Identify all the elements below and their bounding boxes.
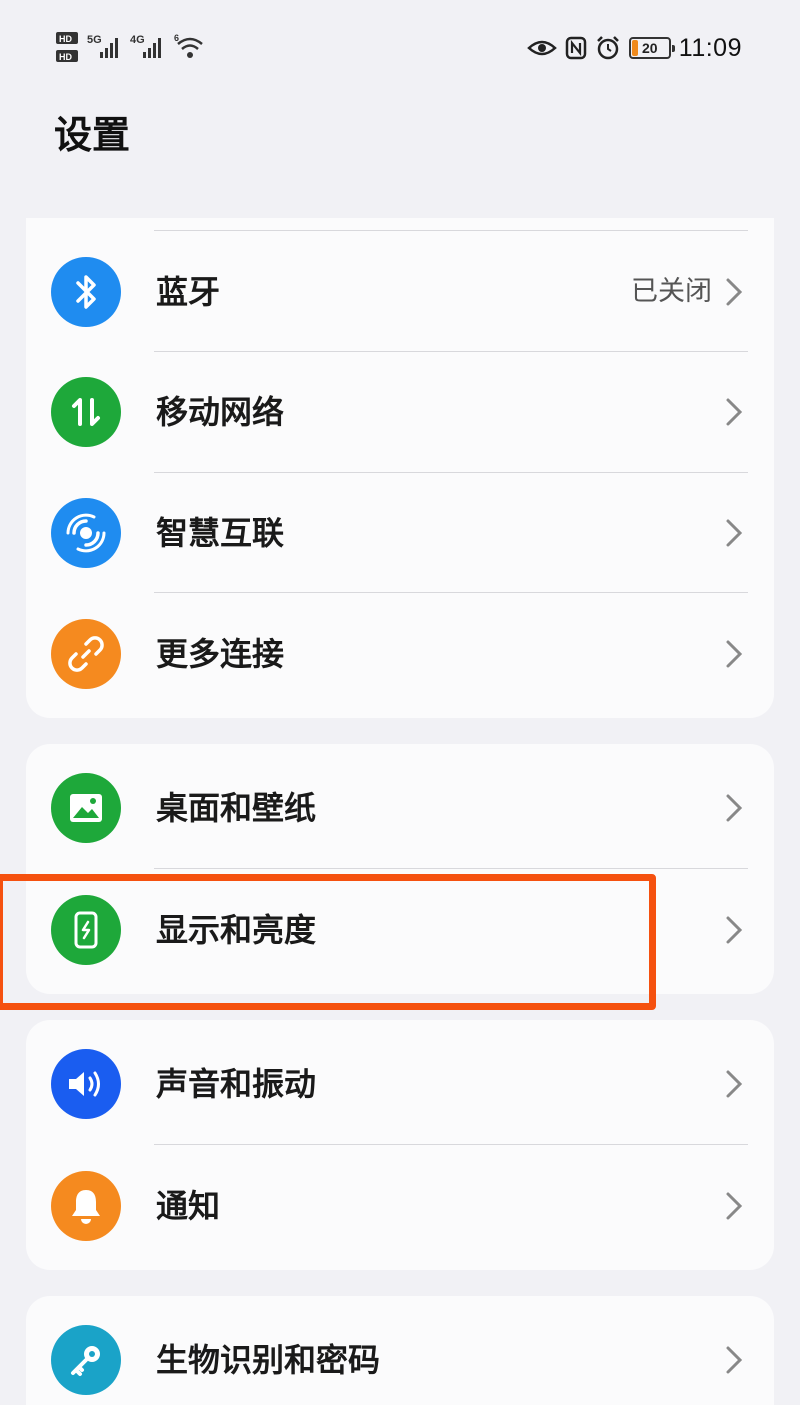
bell-icon: [51, 1171, 121, 1241]
status-bar: HD HD 5G 4G 6 20 11:09: [0, 0, 800, 92]
settings-item-label: 更多连接: [156, 635, 285, 673]
settings-group-security: 生物识别和密码: [26, 1296, 774, 1405]
chevron-right-icon: [726, 916, 743, 944]
chevron-right-icon: [726, 278, 743, 306]
chevron-right-icon: [726, 519, 743, 547]
nfc-icon: [565, 36, 587, 60]
mobile-data-icon: [51, 377, 121, 447]
settings-item-mobile-network[interactable]: 移动网络: [26, 352, 774, 472]
svg-text:5G: 5G: [87, 34, 102, 46]
alarm-icon: [596, 36, 619, 60]
settings-item-biometrics-password[interactable]: 生物识别和密码: [26, 1300, 774, 1405]
settings-group-sound: 声音和振动 通知: [26, 1020, 774, 1270]
settings-item-label: 通知: [156, 1187, 221, 1225]
settings-item-label: 智慧互联: [156, 514, 285, 552]
settings-item-more-connections[interactable]: 更多连接: [26, 594, 774, 714]
smart-connect-icon: [51, 498, 121, 568]
status-time: 11:09: [678, 33, 742, 62]
bluetooth-icon: [51, 257, 121, 327]
chevron-right-icon: [726, 640, 743, 668]
settings-item-label: 移动网络: [156, 393, 285, 431]
chevron-right-icon: [726, 794, 743, 822]
settings-item-sound-vibration[interactable]: 声音和振动: [26, 1024, 774, 1144]
bluetooth-status: 已关闭: [631, 276, 712, 307]
wallpaper-icon: [51, 773, 121, 843]
settings-item-bluetooth[interactable]: 蓝牙 已关闭: [26, 232, 774, 352]
highlight-box: [0, 874, 656, 1010]
sound-icon: [51, 1049, 121, 1119]
settings-item-label: 生物识别和密码: [156, 1341, 381, 1379]
settings-item-label: 蓝牙: [156, 273, 221, 311]
eye-icon: [526, 40, 557, 56]
svg-text:HD: HD: [59, 52, 72, 62]
key-icon: [51, 1325, 121, 1395]
chevron-right-icon: [726, 1346, 743, 1374]
settings-group-connectivity: 蓝牙 已关闭 移动网络 智慧互联 更多连接: [26, 218, 774, 718]
settings-item-smart-connect[interactable]: 智慧互联: [26, 473, 774, 593]
settings-item-wallpaper[interactable]: 桌面和壁纸: [26, 748, 774, 868]
settings-item-label: 声音和振动: [156, 1065, 317, 1103]
svg-text:6: 6: [174, 33, 179, 43]
link-icon: [51, 619, 121, 689]
chevron-right-icon: [726, 1192, 743, 1220]
svg-text:HD: HD: [59, 34, 72, 44]
settings-item-notifications[interactable]: 通知: [26, 1146, 774, 1266]
settings-item-label: 桌面和壁纸: [156, 789, 317, 827]
battery-icon: 20: [628, 37, 675, 59]
chevron-right-icon: [726, 1070, 743, 1098]
chevron-right-icon: [726, 398, 743, 426]
svg-text:4G: 4G: [130, 34, 145, 46]
network-status-icons: HD HD 5G 4G 6: [56, 32, 203, 62]
page-title: 设置: [54, 113, 131, 157]
